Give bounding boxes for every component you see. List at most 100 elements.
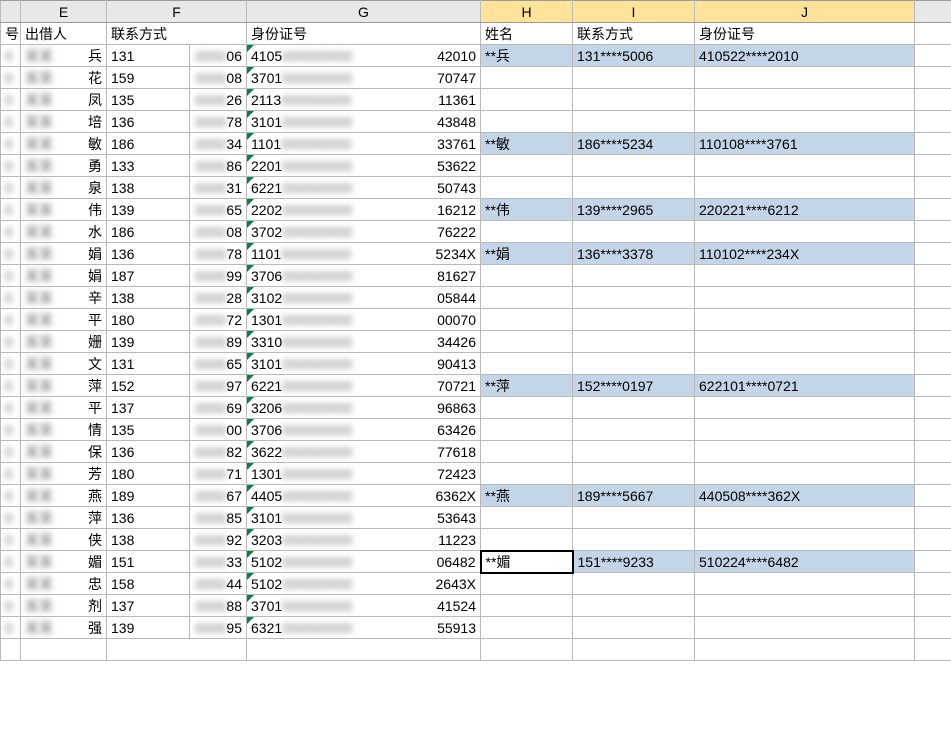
cell-phone[interactable]: 131000006	[107, 45, 247, 67]
cell-id[interactable]: 331000000000034426	[247, 331, 481, 353]
cell[interactable]: 0	[1, 353, 21, 375]
cell-masked-name[interactable]	[481, 397, 573, 419]
cell[interactable]	[915, 595, 951, 617]
cell-id[interactable]: 310200000000005844	[247, 287, 481, 309]
cell-name[interactable]: 某某水	[21, 221, 107, 243]
cell[interactable]: 0	[1, 441, 21, 463]
cell[interactable]: 0	[1, 375, 21, 397]
cell-id[interactable]: 44050000000006362X	[247, 485, 481, 507]
cell-masked-name[interactable]: **萍	[481, 375, 573, 397]
cell-phone[interactable]: 186000034	[107, 133, 247, 155]
cell[interactable]	[915, 23, 951, 45]
cell-id[interactable]: 130100000000072423	[247, 463, 481, 485]
cell[interactable]	[915, 419, 951, 441]
cell-name[interactable]: 某某兵	[21, 45, 107, 67]
cell-id[interactable]: 370600000000063426	[247, 419, 481, 441]
cell-id[interactable]: 310100000000053643	[247, 507, 481, 529]
cell-masked-phone[interactable]	[573, 529, 695, 551]
cell-masked-id[interactable]: 622101****0721	[695, 375, 915, 397]
cell-masked-id[interactable]: 440508****362X	[695, 485, 915, 507]
cell[interactable]	[915, 617, 951, 639]
cell[interactable]: 0	[1, 177, 21, 199]
cell-masked-name[interactable]	[481, 573, 573, 595]
cell-masked-id[interactable]	[695, 111, 915, 133]
cell-masked-name[interactable]: **媚	[481, 551, 573, 573]
cell-phone[interactable]: 139000065	[107, 199, 247, 221]
cell[interactable]: 联系方式	[107, 23, 247, 45]
cell[interactable]: 号	[1, 23, 21, 45]
cell-masked-id[interactable]	[695, 177, 915, 199]
cell[interactable]	[107, 639, 247, 661]
cell[interactable]: 0	[1, 529, 21, 551]
cell-phone[interactable]: 187000099	[107, 265, 247, 287]
cell-phone[interactable]: 138000092	[107, 529, 247, 551]
cell-masked-name[interactable]	[481, 265, 573, 287]
cell-masked-phone[interactable]	[573, 419, 695, 441]
cell[interactable]: 0	[1, 463, 21, 485]
cell[interactable]	[915, 485, 951, 507]
cell[interactable]	[21, 639, 107, 661]
cell-name[interactable]: 某某萍	[21, 375, 107, 397]
cell[interactable]	[915, 331, 951, 353]
cell[interactable]: 0	[1, 221, 21, 243]
cell-name[interactable]: 某某培	[21, 111, 107, 133]
cell[interactable]: 0	[1, 507, 21, 529]
cell-masked-phone[interactable]	[573, 617, 695, 639]
cell-id[interactable]: 510200000000006482	[247, 551, 481, 573]
cell[interactable]	[915, 397, 951, 419]
cell-name[interactable]: 某某伟	[21, 199, 107, 221]
cell[interactable]	[915, 529, 951, 551]
cell-phone[interactable]: 180000072	[107, 309, 247, 331]
cell-masked-name[interactable]	[481, 507, 573, 529]
cell[interactable]: 身份证号	[695, 23, 915, 45]
cell-id[interactable]: 320600000000096863	[247, 397, 481, 419]
cell[interactable]	[915, 353, 951, 375]
cell[interactable]: 0	[1, 573, 21, 595]
cell-phone[interactable]: 136000082	[107, 441, 247, 463]
cell-id[interactable]: 320300000000011223	[247, 529, 481, 551]
cell-masked-id[interactable]	[695, 155, 915, 177]
cell-masked-name[interactable]	[481, 111, 573, 133]
cell[interactable]: 0	[1, 551, 21, 573]
cell[interactable]: 0	[1, 485, 21, 507]
cell[interactable]: 0	[1, 111, 21, 133]
cell-id[interactable]: 310100000000090413	[247, 353, 481, 375]
cell[interactable]: 0	[1, 155, 21, 177]
cell-phone[interactable]: 152000097	[107, 375, 247, 397]
cell-name[interactable]: 某某凤	[21, 89, 107, 111]
cell[interactable]	[247, 639, 481, 661]
cell-id[interactable]: 211300000000011361	[247, 89, 481, 111]
cell-masked-id[interactable]	[695, 397, 915, 419]
cell-masked-id[interactable]	[695, 529, 915, 551]
cell-masked-name[interactable]	[481, 287, 573, 309]
cell-masked-name[interactable]	[481, 155, 573, 177]
cell-masked-id[interactable]: 220221****6212	[695, 199, 915, 221]
cell[interactable]	[915, 89, 951, 111]
cell-id[interactable]: 310100000000043848	[247, 111, 481, 133]
cell-masked-name[interactable]	[481, 89, 573, 111]
cell-id[interactable]: 370600000000081627	[247, 265, 481, 287]
cell-phone[interactable]: 135000026	[107, 89, 247, 111]
cell[interactable]: 姓名	[481, 23, 573, 45]
cell[interactable]	[915, 507, 951, 529]
col-header-g[interactable]: G	[247, 1, 481, 23]
cell[interactable]: 0	[1, 133, 21, 155]
cell-masked-name[interactable]	[481, 595, 573, 617]
cell[interactable]: 0	[1, 309, 21, 331]
cell-id[interactable]: 11010000000005234X	[247, 243, 481, 265]
cell-masked-phone[interactable]: 186****5234	[573, 133, 695, 155]
cell-id[interactable]: 370200000000076222	[247, 221, 481, 243]
cell-masked-phone[interactable]: 131****5006	[573, 45, 695, 67]
cell-masked-phone[interactable]: 189****5667	[573, 485, 695, 507]
cell-phone[interactable]: 138000028	[107, 287, 247, 309]
cell-masked-id[interactable]: 110102****234X	[695, 243, 915, 265]
cell-phone[interactable]: 159000008	[107, 67, 247, 89]
cell-masked-name[interactable]	[481, 463, 573, 485]
cell-masked-name[interactable]	[481, 353, 573, 375]
cell-id[interactable]: 632100000000055913	[247, 617, 481, 639]
cell-masked-phone[interactable]	[573, 463, 695, 485]
cell-masked-phone[interactable]	[573, 397, 695, 419]
cell-masked-phone[interactable]	[573, 265, 695, 287]
cell-masked-id[interactable]	[695, 507, 915, 529]
cell[interactable]: 0	[1, 67, 21, 89]
